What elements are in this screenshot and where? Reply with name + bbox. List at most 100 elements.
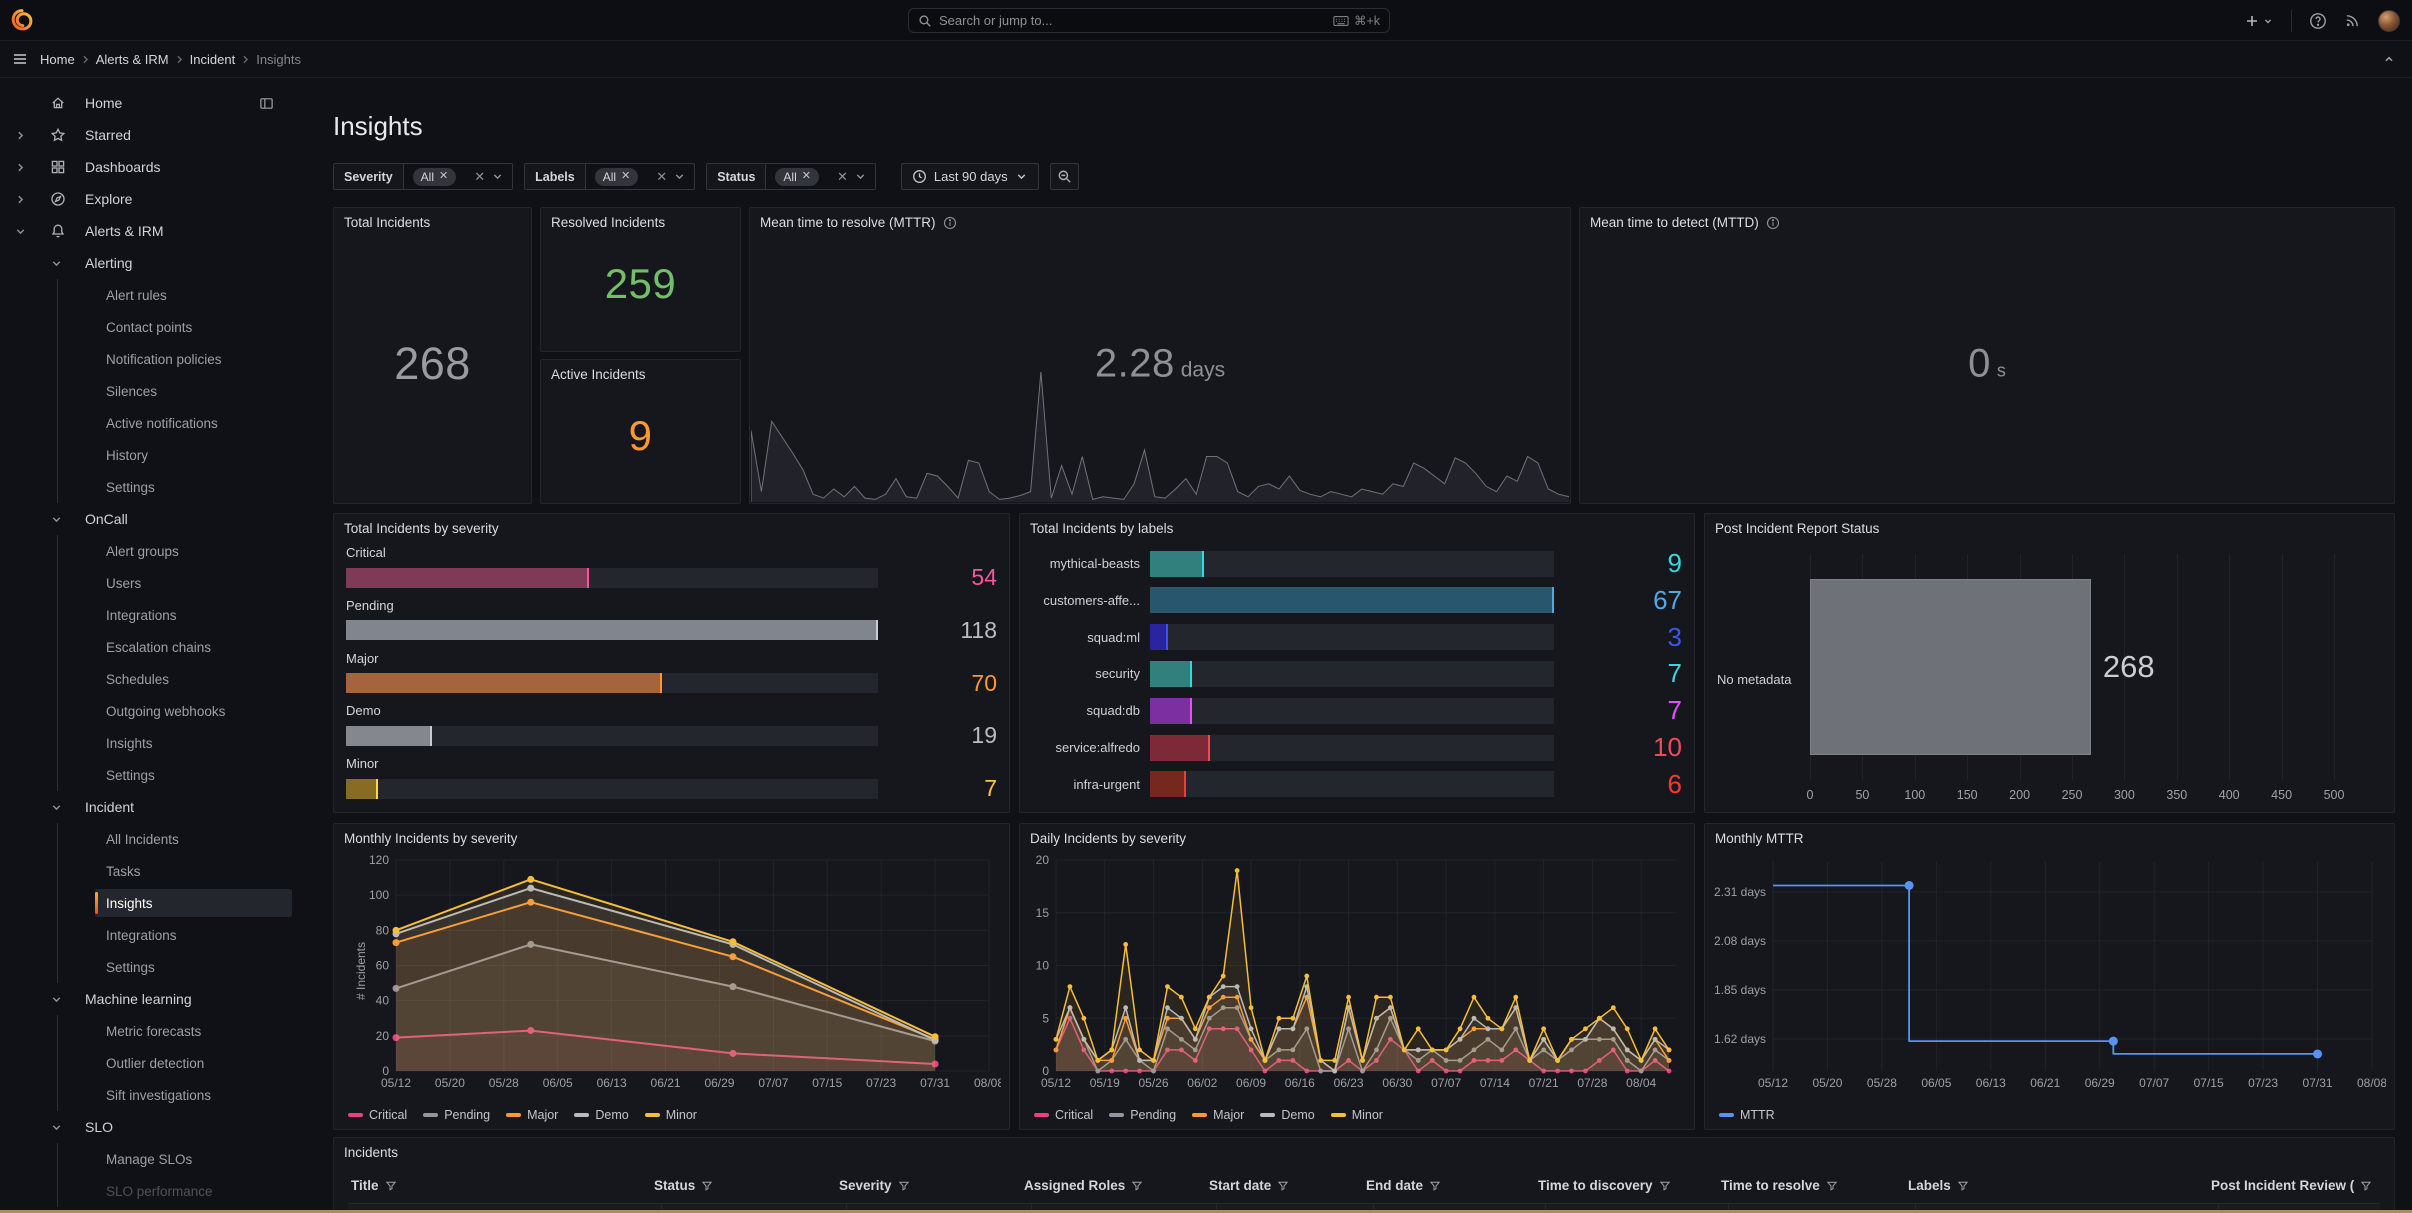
- sidebar-item-contact-points[interactable]: Contact points: [58, 311, 300, 343]
- filter-value-chip[interactable]: All✕: [413, 168, 457, 186]
- breadcrumb-item[interactable]: Insights: [256, 52, 301, 67]
- sidebar-item-active-notifications[interactable]: Active notifications: [58, 407, 300, 439]
- zoom-out-button[interactable]: [1050, 163, 1079, 190]
- help-button[interactable]: [2309, 12, 2327, 30]
- sidebar-item-sift-investigations[interactable]: Sift investigations: [58, 1079, 300, 1111]
- column-header-title[interactable]: Title: [351, 1178, 397, 1193]
- filter-funnel-icon[interactable]: [898, 1180, 910, 1192]
- menu-toggle-button[interactable]: [12, 51, 28, 67]
- sidebar-item-alerting[interactable]: Alerting: [0, 247, 300, 279]
- panel-title[interactable]: Monthly MTTR: [1715, 831, 1804, 846]
- legend-item-pending[interactable]: Pending: [423, 1108, 490, 1122]
- dock-menu-icon[interactable]: [259, 96, 274, 111]
- sidebar-item-dashboards[interactable]: Dashboards: [0, 151, 300, 183]
- sidebar-item-slo-performance[interactable]: SLO performance: [58, 1175, 300, 1207]
- panel-title[interactable]: Total Incidents by severity: [344, 521, 499, 536]
- breadcrumb-item[interactable]: Alerts & IRM: [96, 52, 169, 67]
- legend-item-major[interactable]: Major: [1192, 1108, 1244, 1122]
- sidebar-item-alert-groups[interactable]: Alert groups: [58, 535, 300, 567]
- grafana-logo-icon[interactable]: [10, 8, 34, 32]
- sidebar-item-tasks[interactable]: Tasks: [58, 855, 300, 887]
- column-header-assigned-roles[interactable]: Assigned Roles: [1024, 1178, 1143, 1193]
- filter-funnel-icon[interactable]: [701, 1180, 713, 1192]
- column-header-end-date[interactable]: End date: [1366, 1178, 1441, 1193]
- legend-item-critical[interactable]: Critical: [1034, 1108, 1093, 1122]
- panel-title[interactable]: Post Incident Report Status: [1715, 521, 1879, 536]
- column-header-start-date[interactable]: Start date: [1209, 1178, 1289, 1193]
- panel-title[interactable]: Mean time to resolve (MTTR): [760, 215, 957, 230]
- filter-funnel-icon[interactable]: [385, 1180, 397, 1192]
- sidebar-item-outgoing-webhooks[interactable]: Outgoing webhooks: [58, 695, 300, 727]
- sidebar-item-settings[interactable]: Settings: [58, 951, 300, 983]
- info-icon[interactable]: [1766, 216, 1780, 230]
- clear-filter-icon[interactable]: ✕: [474, 169, 485, 185]
- column-header-time-to-discovery[interactable]: Time to discovery: [1538, 1178, 1671, 1193]
- panel-title[interactable]: Resolved Incidents: [551, 215, 665, 230]
- sidebar-item-slo[interactable]: SLO: [0, 1111, 300, 1143]
- sidebar-item-escalation-chains[interactable]: Escalation chains: [58, 631, 300, 663]
- sidebar-item-notification-policies[interactable]: Notification policies: [58, 343, 300, 375]
- legend-item-minor[interactable]: Minor: [1331, 1108, 1383, 1122]
- legend-item-major[interactable]: Major: [506, 1108, 558, 1122]
- user-avatar[interactable]: [2378, 10, 2400, 32]
- collapse-section-button[interactable]: [2382, 52, 2396, 66]
- sidebar-item-history[interactable]: History: [58, 439, 300, 471]
- remove-value-icon[interactable]: ✕: [621, 171, 630, 182]
- panel-title[interactable]: Monthly Incidents by severity: [344, 831, 517, 846]
- sidebar-item-oncall[interactable]: OnCall: [0, 503, 300, 535]
- sidebar-item-manage-slos[interactable]: Manage SLOs: [58, 1143, 300, 1175]
- sidebar-item-all-incidents[interactable]: All Incidents: [58, 823, 300, 855]
- sidebar-item-schedules[interactable]: Schedules: [58, 663, 300, 695]
- sidebar-item-outlier-detection[interactable]: Outlier detection: [58, 1047, 300, 1079]
- remove-value-icon[interactable]: ✕: [439, 171, 448, 182]
- sidebar-item-incident[interactable]: Incident: [0, 791, 300, 823]
- panel-title[interactable]: Mean time to detect (MTTD): [1590, 215, 1780, 230]
- legend-item-pending[interactable]: Pending: [1109, 1108, 1176, 1122]
- sidebar-item-alert-rules[interactable]: Alert rules: [58, 279, 300, 311]
- panel-title[interactable]: Total Incidents: [344, 215, 430, 230]
- sidebar-item-integrations[interactable]: Integrations: [58, 599, 300, 631]
- breadcrumb-item[interactable]: Home: [40, 52, 75, 67]
- sidebar-item-silences[interactable]: Silences: [58, 375, 300, 407]
- sidebar-item-users[interactable]: Users: [58, 567, 300, 599]
- news-button[interactable]: [2344, 12, 2361, 29]
- remove-value-icon[interactable]: ✕: [802, 171, 811, 182]
- filter-funnel-icon[interactable]: [1957, 1180, 1969, 1192]
- panel-title[interactable]: Total Incidents by labels: [1030, 521, 1173, 536]
- column-header-post-incident-review-[interactable]: Post Incident Review (: [2211, 1178, 2372, 1193]
- time-range-picker[interactable]: Last 90 days: [901, 163, 1039, 190]
- sidebar-item-insights[interactable]: Insights: [58, 887, 300, 919]
- column-header-labels[interactable]: Labels: [1908, 1178, 1969, 1193]
- sidebar-item-home[interactable]: Home: [0, 87, 300, 119]
- filter-funnel-icon[interactable]: [1659, 1180, 1671, 1192]
- clear-filter-icon[interactable]: ✕: [656, 169, 667, 185]
- breadcrumb-item[interactable]: Incident: [190, 52, 236, 67]
- filter-funnel-icon[interactable]: [1131, 1180, 1143, 1192]
- info-icon[interactable]: [943, 216, 957, 230]
- column-header-status[interactable]: Status: [654, 1178, 713, 1193]
- legend-item-minor[interactable]: Minor: [645, 1108, 697, 1122]
- column-header-time-to-resolve[interactable]: Time to resolve: [1721, 1178, 1838, 1193]
- filter-funnel-icon[interactable]: [1429, 1180, 1441, 1192]
- add-button[interactable]: [2244, 13, 2274, 29]
- filter-value-chip[interactable]: All✕: [595, 168, 639, 186]
- sidebar-item-insights[interactable]: Insights: [58, 727, 300, 759]
- filter-funnel-icon[interactable]: [2360, 1180, 2372, 1192]
- sidebar-item-integrations[interactable]: Integrations: [58, 919, 300, 951]
- column-header-severity[interactable]: Severity: [839, 1178, 910, 1193]
- panel-title[interactable]: Incidents: [344, 1145, 398, 1160]
- sidebar-item-alerts-irm[interactable]: Alerts & IRM: [0, 215, 300, 247]
- sidebar-item-machine-learning[interactable]: Machine learning: [0, 983, 300, 1015]
- sidebar-item-metric-forecasts[interactable]: Metric forecasts: [58, 1015, 300, 1047]
- sidebar-item-explore[interactable]: Explore: [0, 183, 300, 215]
- sidebar-item-starred[interactable]: Starred: [0, 119, 300, 151]
- search-input[interactable]: Search or jump to... ⌘+k: [908, 8, 1390, 33]
- legend-item-demo[interactable]: Demo: [574, 1108, 628, 1122]
- filter-funnel-icon[interactable]: [1277, 1180, 1289, 1192]
- legend-item-critical[interactable]: Critical: [348, 1108, 407, 1122]
- clear-filter-icon[interactable]: ✕: [837, 169, 848, 185]
- filter-value-chip[interactable]: All✕: [775, 168, 819, 186]
- panel-title[interactable]: Daily Incidents by severity: [1030, 831, 1186, 846]
- panel-title[interactable]: Active Incidents: [551, 367, 646, 382]
- filter-funnel-icon[interactable]: [1826, 1180, 1838, 1192]
